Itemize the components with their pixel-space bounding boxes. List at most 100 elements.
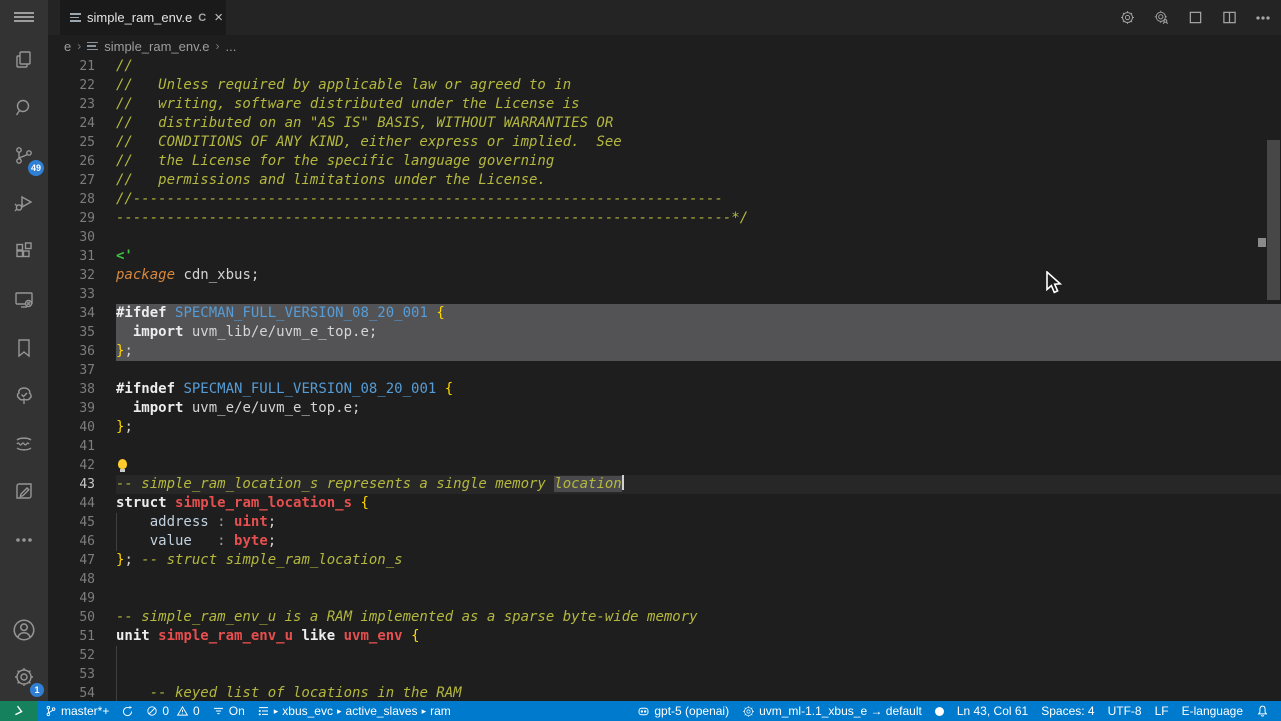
line-number[interactable]: 24 [48,114,116,133]
code-editor[interactable]: 21//22// Unless required by applicable l… [48,57,1281,701]
extensions-icon[interactable] [0,228,48,276]
line-number[interactable]: 48 [48,570,116,589]
notebook-pen-icon[interactable] [0,468,48,516]
code-line[interactable]: 49 [48,589,1281,608]
code-line[interactable]: 43-- simple_ram_location_s represents a … [48,475,1281,494]
git-branch-item[interactable]: master*+ [45,704,109,718]
more-actions-icon[interactable] [1253,7,1273,29]
explorer-icon[interactable] [0,36,48,84]
code-line[interactable]: 52 [48,646,1281,665]
line-number[interactable]: 23 [48,95,116,114]
gear-icon[interactable] [1117,7,1137,29]
code-line[interactable]: 37 [48,361,1281,380]
status-dot-icon[interactable] [935,707,944,716]
code-line[interactable]: 51unit simple_ram_env_u like uvm_env { [48,627,1281,646]
code-line[interactable]: 25// CONDITIONS OF ANY KIND, either expr… [48,133,1281,152]
code-line[interactable]: 46 value : byte; [48,532,1281,551]
code-line[interactable]: 36}; [48,342,1281,361]
ai-model-item[interactable]: gpt-5 (openai) [637,704,729,718]
line-number[interactable]: 31 [48,247,116,266]
breadcrumb-symbol[interactable]: ... [226,39,237,54]
line-number[interactable]: 34 [48,304,116,323]
code-line[interactable]: 41 [48,437,1281,456]
layout-square-icon[interactable] [1185,7,1205,29]
code-line[interactable]: 23// writing, software distributed under… [48,95,1281,114]
source-control-icon[interactable]: 49 [0,132,48,180]
line-number[interactable]: 33 [48,285,116,304]
code-line[interactable]: 33 [48,285,1281,304]
line-number[interactable]: 46 [48,532,116,551]
accounts-icon[interactable] [0,606,48,654]
gear-user-icon[interactable] [1151,7,1171,29]
additional-views-icon[interactable] [0,516,48,564]
breadcrumb-file[interactable]: simple_ram_env.e [104,39,209,54]
line-number[interactable]: 29 [48,209,116,228]
line-number[interactable]: 39 [48,399,116,418]
code-line[interactable]: 38#ifndef SPECMAN_FULL_VERSION_08_20_001… [48,380,1281,399]
code-line[interactable]: 48 [48,570,1281,589]
line-number[interactable]: 54 [48,684,116,701]
line-number[interactable]: 38 [48,380,116,399]
bookmarks-icon[interactable] [0,324,48,372]
scope-path-item[interactable]: ▸ xbus_evc ▸ active_slaves ▸ ram [257,704,451,718]
code-line[interactable]: 45 address : uint; [48,513,1281,532]
code-line[interactable]: 28//------------------------------------… [48,190,1281,209]
line-number[interactable]: 37 [48,361,116,380]
line-number[interactable]: 45 [48,513,116,532]
line-number[interactable]: 25 [48,133,116,152]
sync-icon[interactable] [121,705,134,718]
toggle-on-item[interactable]: On [212,704,245,718]
breadcrumb-folder[interactable]: e [64,39,71,54]
line-number[interactable]: 43 [48,475,116,494]
code-line[interactable]: 31<' [48,247,1281,266]
code-line[interactable]: 35 import uvm_lib/e/uvm_e_top.e; [48,323,1281,342]
scrollbar-thumb[interactable] [1267,140,1280,300]
waves-icon[interactable] [0,420,48,468]
code-line[interactable]: 32package cdn_xbus; [48,266,1281,285]
line-number[interactable]: 49 [48,589,116,608]
code-line[interactable]: 44struct simple_ram_location_s { [48,494,1281,513]
problems-item[interactable]: 0 0 [146,704,199,718]
code-line[interactable]: 53 [48,665,1281,684]
encoding-item[interactable]: UTF-8 [1108,704,1142,718]
eol-item[interactable]: LF [1155,704,1169,718]
line-number[interactable]: 47 [48,551,116,570]
code-line[interactable]: 34#ifdef SPECMAN_FULL_VERSION_08_20_001 … [48,304,1281,323]
line-number[interactable]: 52 [48,646,116,665]
code-line[interactable]: 22// Unless required by applicable law o… [48,76,1281,95]
lightbulb-icon[interactable] [116,459,129,472]
notifications-bell-icon[interactable] [1256,704,1269,718]
cursor-position-item[interactable]: Ln 43, Col 61 [957,704,1028,718]
line-number[interactable]: 27 [48,171,116,190]
code-line[interactable]: 42 [48,456,1281,475]
line-number[interactable]: 36 [48,342,116,361]
tab-simple-ram-env[interactable]: simple_ram_env.e C × [60,0,226,35]
line-number[interactable]: 26 [48,152,116,171]
code-line[interactable]: 50-- simple_ram_env_u is a RAM implement… [48,608,1281,627]
code-line[interactable]: 39 import uvm_e/e/uvm_e_top.e; [48,399,1281,418]
search-icon[interactable] [0,84,48,132]
remote-indicator[interactable] [0,701,37,721]
line-number[interactable]: 51 [48,627,116,646]
config-item[interactable]: uvm_ml-1.1_xbus_e → default [742,704,922,718]
settings-gear-icon[interactable]: 1 [0,653,48,701]
code-line[interactable]: 40}; [48,418,1281,437]
run-debug-icon[interactable] [0,180,48,228]
menu-icon[interactable] [0,0,48,34]
split-editor-icon[interactable] [1219,7,1239,29]
line-number[interactable]: 44 [48,494,116,513]
line-number[interactable]: 28 [48,190,116,209]
tree-check-icon[interactable] [0,372,48,420]
line-number[interactable]: 41 [48,437,116,456]
line-number[interactable]: 35 [48,323,116,342]
line-number[interactable]: 22 [48,76,116,95]
code-line[interactable]: 24// distributed on an "AS IS" BASIS, WI… [48,114,1281,133]
code-line[interactable]: 54 -- keyed list of locations in the RAM [48,684,1281,701]
line-number[interactable]: 21 [48,57,116,76]
line-number[interactable]: 32 [48,266,116,285]
language-mode-item[interactable]: E-language [1182,704,1243,718]
code-line[interactable]: 29--------------------------------------… [48,209,1281,228]
code-line[interactable]: 26// the License for the specific langua… [48,152,1281,171]
code-line[interactable]: 30 [48,228,1281,247]
code-line[interactable]: 47}; -- struct simple_ram_location_s [48,551,1281,570]
